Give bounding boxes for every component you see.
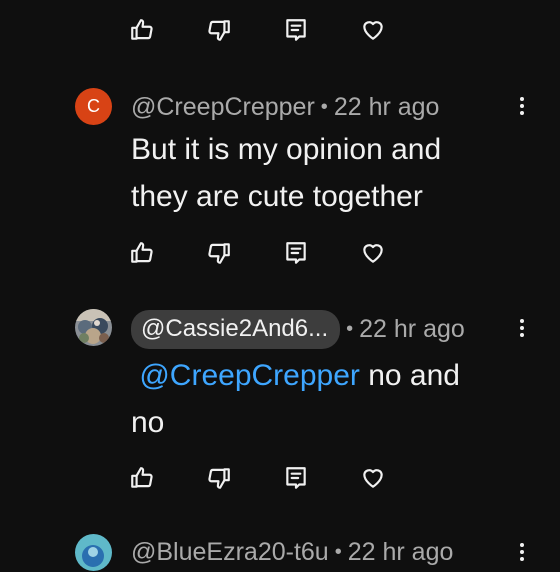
thumbs-down-icon	[208, 468, 230, 489]
thumbs-up-icon	[131, 467, 153, 488]
reply-button[interactable]	[272, 10, 320, 50]
comment-header: @CreepCrepper • 22 hr ago	[131, 87, 439, 127]
reply-icon	[286, 467, 306, 489]
comment-actions	[118, 10, 426, 50]
thumbs-down-icon	[208, 243, 230, 264]
heart-icon	[363, 469, 383, 488]
heart-button[interactable]	[349, 233, 397, 273]
mention-link[interactable]: @CreepCrepper	[139, 359, 360, 392]
more-options-button[interactable]	[508, 536, 536, 568]
comment-body: But it is my opinion and they are cute t…	[131, 126, 491, 220]
comment-author[interactable]: @CreepCrepper	[131, 93, 315, 122]
comment-actions	[118, 458, 426, 498]
avatar[interactable]	[75, 534, 112, 571]
avatar-image	[75, 309, 112, 346]
reply-icon	[286, 19, 306, 41]
comment-timestamp: 22 hr ago	[347, 537, 454, 566]
comment-timestamp: 22 hr ago	[333, 92, 440, 121]
comment-text-line: they are cute together	[131, 180, 423, 213]
reply-icon	[286, 242, 306, 264]
comment-header: @Cassie2And6... • 22 hr ago	[131, 309, 465, 349]
more-vert-icon	[520, 319, 524, 323]
heart-icon	[363, 244, 383, 263]
avatar[interactable]	[75, 309, 112, 346]
comment-body: @CreepCrepper no and no	[131, 352, 491, 446]
separator-dot: •	[334, 540, 342, 563]
comment-text-segment: no and	[359, 359, 460, 392]
heart-button[interactable]	[349, 458, 397, 498]
dislike-button[interactable]	[195, 458, 243, 498]
like-button[interactable]	[118, 233, 166, 273]
comment-text-line: no	[131, 406, 165, 439]
comment-text-line: But it is my opinion and	[131, 133, 442, 166]
heart-icon	[363, 21, 383, 40]
separator-dot: •	[346, 317, 354, 340]
reply-button[interactable]	[272, 233, 320, 273]
comment-text-line: @CreepCrepper no and	[131, 352, 491, 399]
thumbs-up-icon	[131, 19, 153, 40]
dislike-button[interactable]	[195, 10, 243, 50]
reply-button[interactable]	[272, 458, 320, 498]
more-options-button[interactable]	[508, 90, 536, 122]
heart-button[interactable]	[349, 10, 397, 50]
more-vert-icon	[520, 543, 524, 547]
comment-header: @BlueEzra20-t6u • 22 hr ago	[131, 532, 453, 572]
more-options-button[interactable]	[508, 312, 536, 344]
comment-timestamp: 22 hr ago	[359, 314, 465, 343]
avatar-image	[75, 534, 112, 571]
dislike-button[interactable]	[195, 233, 243, 273]
comment-author[interactable]: @BlueEzra20-t6u	[131, 538, 329, 567]
like-button[interactable]	[118, 458, 166, 498]
separator-dot: •	[320, 95, 328, 118]
comment-actions	[118, 233, 426, 273]
avatar[interactable]: C	[75, 88, 112, 125]
thumbs-up-icon	[131, 242, 153, 263]
like-button[interactable]	[118, 10, 166, 50]
author-highlight-pill[interactable]: @Cassie2And6...	[131, 309, 341, 349]
thumbs-down-icon	[208, 20, 230, 41]
more-vert-icon	[520, 97, 524, 101]
